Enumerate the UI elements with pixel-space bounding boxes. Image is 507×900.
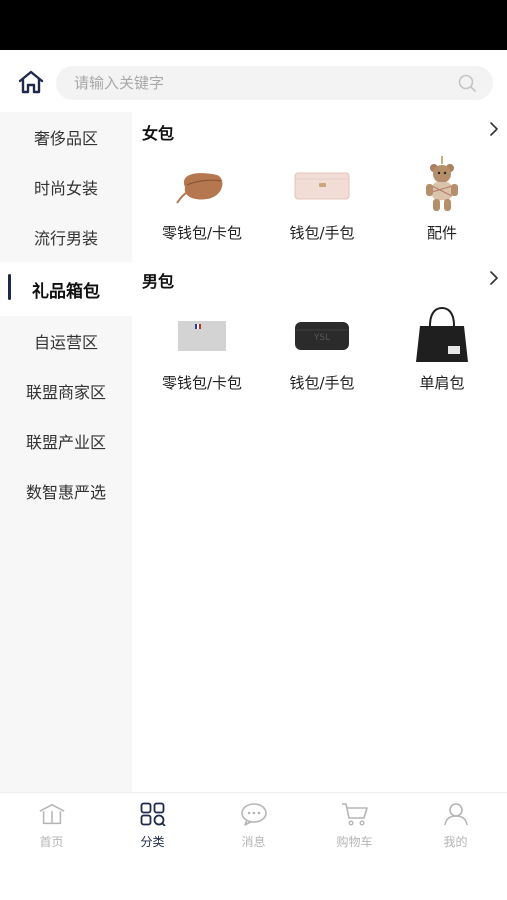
header — [0, 50, 507, 112]
sidebar-item-self-operated[interactable]: 自运营区 — [0, 316, 132, 366]
category-item[interactable]: YSL 钱包/手包 — [262, 306, 382, 416]
sidebar-item-alliance-industry[interactable]: 联盟产业区 — [0, 416, 132, 466]
card-holder-image — [167, 306, 237, 364]
bottom-tab-bar: 首页 分类 消息 购物车 我的 — [0, 792, 507, 900]
cart-icon — [341, 801, 369, 827]
sidebar-item-label: 自运营区 — [33, 333, 98, 352]
category-sidebar: 奢侈品区 时尚女装 流行男装 礼品箱包 自运营区 联盟商家区 联盟产业区 数智惠… — [0, 112, 132, 792]
category-item[interactable]: 钱包/手包 — [262, 156, 382, 266]
status-bar — [0, 0, 507, 50]
category-item[interactable]: 零钱包/卡包 — [142, 156, 262, 266]
category-item-label: 钱包/手包 — [289, 224, 355, 242]
sidebar-item-luxury[interactable]: 奢侈品区 — [0, 112, 132, 162]
tab-label: 分类 — [140, 835, 165, 849]
section-title-mens-bags: 男包 — [142, 272, 175, 291]
home-button[interactable] — [14, 67, 48, 97]
search-input[interactable] — [74, 66, 434, 100]
sidebar-item-gifts-bags[interactable]: 礼品箱包 — [0, 262, 132, 316]
category-item-label: 配件 — [426, 224, 457, 242]
teddy-bear-charm-image — [407, 156, 477, 214]
active-indicator — [8, 274, 11, 300]
category-content: 女包 零钱包/卡包 钱包/手包 配件 男包 零钱包/卡包 YSL 钱包/手包 单… — [132, 112, 507, 792]
sidebar-item-label: 联盟商家区 — [25, 383, 106, 402]
user-icon — [442, 801, 470, 827]
tab-label: 消息 — [241, 835, 266, 849]
sidebar-item-label: 数智惠严选 — [25, 483, 106, 502]
tab-label: 我的 — [443, 835, 468, 849]
category-item-label: 钱包/手包 — [289, 374, 355, 392]
sidebar-item-mens-fashion[interactable]: 流行男装 — [0, 212, 132, 262]
home-icon — [38, 801, 66, 827]
pink-wallet-image — [287, 156, 357, 214]
tab-profile[interactable]: 我的 — [405, 801, 506, 851]
category-item-label: 零钱包/卡包 — [161, 374, 243, 392]
tab-label: 首页 — [39, 835, 64, 849]
sidebar-item-label: 流行男装 — [33, 229, 98, 248]
tab-label: 购物车 — [336, 835, 373, 849]
svg-text:YSL: YSL — [313, 333, 330, 343]
tab-category[interactable]: 分类 — [102, 801, 203, 851]
section-title-womens-bags: 女包 — [142, 124, 175, 143]
chevron-right-icon[interactable] — [487, 122, 501, 136]
tab-home[interactable]: 首页 — [1, 801, 102, 851]
black-wallet-image: YSL — [287, 306, 357, 364]
category-item[interactable]: 配件 — [382, 156, 502, 266]
category-item-label: 单肩包 — [419, 374, 465, 392]
sidebar-item-label: 时尚女装 — [33, 179, 98, 198]
sidebar-item-label: 礼品箱包 — [32, 281, 100, 302]
chevron-right-icon[interactable] — [487, 271, 501, 285]
sidebar-item-alliance-merchants[interactable]: 联盟商家区 — [0, 366, 132, 416]
search-box[interactable] — [56, 66, 493, 100]
home-icon — [18, 70, 44, 94]
tab-messages[interactable]: 消息 — [203, 801, 304, 851]
search-icon[interactable] — [457, 73, 477, 93]
sidebar-item-label: 联盟产业区 — [25, 433, 106, 452]
coin-purse-image — [167, 156, 237, 214]
message-icon — [240, 801, 268, 827]
sidebar-item-label: 奢侈品区 — [33, 129, 98, 148]
category-item-label: 零钱包/卡包 — [161, 224, 243, 242]
sidebar-item-womens-fashion[interactable]: 时尚女装 — [0, 162, 132, 212]
category-item[interactable]: 零钱包/卡包 — [142, 306, 262, 416]
category-icon — [139, 801, 167, 827]
category-item[interactable]: 单肩包 — [382, 306, 502, 416]
sidebar-item-smart-select[interactable]: 数智惠严选 — [0, 466, 132, 516]
tote-bag-image — [407, 306, 477, 364]
tab-cart[interactable]: 购物车 — [304, 801, 405, 851]
